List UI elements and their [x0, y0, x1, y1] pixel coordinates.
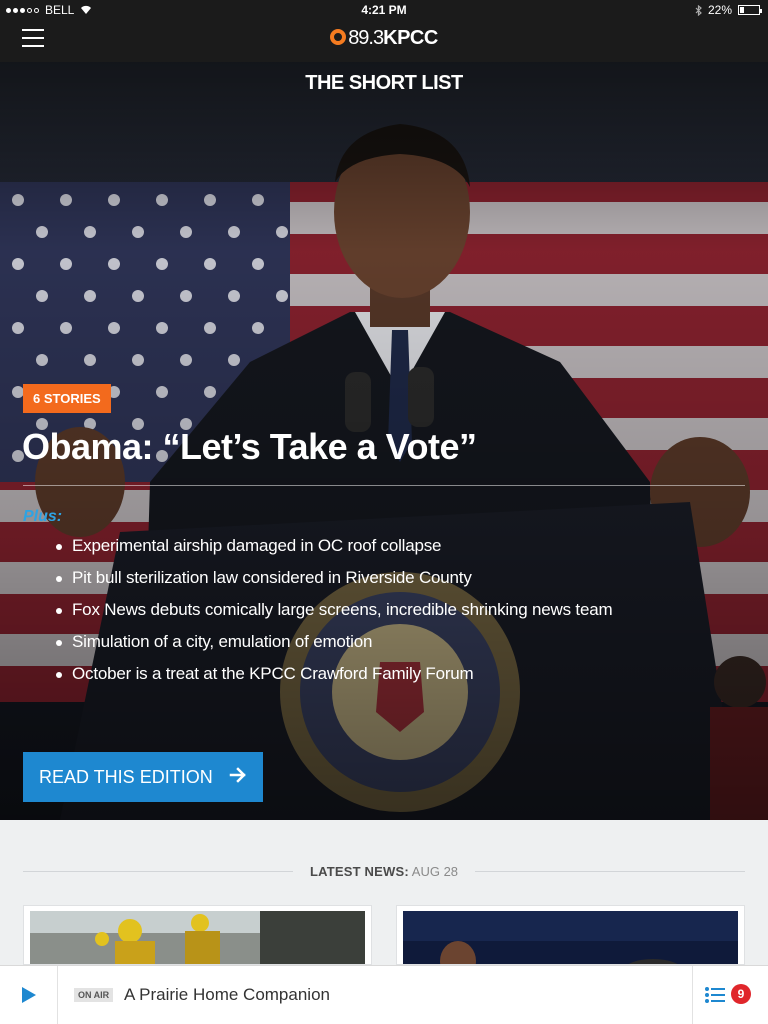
latest-news-date: AUG 28 — [411, 864, 459, 879]
logo-frequency: 89.3 — [348, 27, 384, 49]
logo-station-name: KPCC — [383, 27, 438, 49]
battery-fill — [740, 7, 744, 13]
list-item[interactable]: Pit bull sterilization law considered in… — [56, 568, 612, 600]
hero-headline[interactable]: Obama: “Let’s Take a Vote” — [22, 426, 477, 468]
list-item[interactable]: Fox News debuts comically large screens,… — [56, 600, 613, 632]
latest-news-section: LATEST NEWS: AUG 28 — [0, 820, 768, 965]
status-bar: BELL 4:21 PM 22% — [0, 0, 768, 20]
logo-ring-icon — [330, 29, 347, 45]
speaker-image — [403, 911, 738, 964]
queue-list-icon — [705, 987, 725, 1003]
hero-short-list[interactable]: THE SHORT LIST 6 STORIES Obama: “Let’s T… — [0, 62, 768, 820]
short-list-title: THE SHORT LIST — [305, 72, 463, 94]
status-time: 4:21 PM — [361, 3, 407, 17]
latest-news-heading: LATEST NEWS: AUG 28 — [0, 864, 768, 879]
news-card[interactable] — [23, 905, 372, 965]
battery-percent: 22% — [707, 3, 732, 17]
status-right: 22% — [695, 3, 762, 17]
list-item[interactable]: Simulation of a city, emulation of emoti… — [56, 632, 612, 664]
play-icon — [22, 987, 36, 1003]
player-bar: ON AIR A Prairie Home Companion 9 — [0, 965, 768, 1024]
kpcc-logo[interactable]: 89.3KPCC — [0, 27, 768, 50]
news-card[interactable] — [396, 905, 745, 965]
navbar: 89.3KPCC — [0, 20, 768, 62]
read-edition-label: READ THIS EDITION — [39, 766, 213, 787]
list-item[interactable]: Experimental airship damaged in OC roof … — [56, 536, 612, 568]
list-item[interactable]: October is a treat at the KPCC Crawford … — [56, 664, 612, 696]
headline-divider — [23, 485, 745, 486]
play-button[interactable] — [0, 966, 58, 1024]
battery-icon — [738, 5, 762, 15]
read-edition-button[interactable]: READ THIS EDITION — [23, 752, 263, 802]
story-list: Experimental airship damaged in OC roof … — [56, 536, 613, 696]
firefighters-image — [30, 911, 365, 964]
bluetooth-icon — [695, 4, 702, 16]
queue-count-badge: 9 — [731, 984, 751, 1004]
latest-news-label: LATEST NEWS: — [309, 864, 409, 879]
story-count-badge: 6 STORIES — [23, 384, 111, 413]
plus-label: Plus: — [23, 508, 63, 525]
queue-button[interactable]: 9 — [692, 966, 768, 1024]
on-air-badge: ON AIR — [74, 988, 114, 1002]
now-playing-title[interactable]: A Prairie Home Companion — [124, 985, 330, 1005]
arrow-right-icon — [229, 767, 246, 783]
